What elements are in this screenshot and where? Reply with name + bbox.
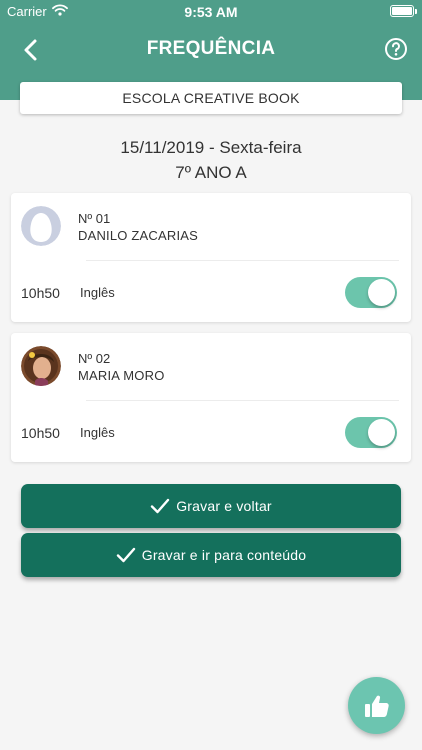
student-number: Nº 01 [78,211,111,226]
session-class: 7º ANO A [175,163,247,182]
divider [86,400,399,401]
school-name: ESCOLA CREATIVE BOOK [122,90,300,106]
status-time: 9:53 AM [184,4,238,20]
save-and-content-label: Gravar e ir para conteúdo [141,547,307,563]
check-icon [116,547,135,563]
page-title: FREQUÊNCIA [146,38,276,59]
save-and-back-button[interactable]: Gravar e voltar [21,484,401,528]
attendance-toggle[interactable] [345,417,397,448]
save-and-back-label: Gravar e voltar [176,498,272,514]
class-subject: Inglês [80,285,115,300]
status-bar: Carrier 9:53 AM [0,0,422,22]
toggle-knob [368,279,395,306]
toggle-knob [368,419,395,446]
save-and-content-button[interactable]: Gravar e ir para conteúdo [21,533,401,577]
student-name: MARIA MORO [78,368,165,383]
help-button[interactable] [384,37,408,61]
class-time: 10h50 [21,285,60,301]
student-card: Nº 01 DANILO ZACARIAS 10h50 Inglês [11,193,411,322]
check-icon [151,498,170,514]
avatar [21,206,61,246]
battery-icon [390,5,417,17]
student-card: Nº 02 MARIA MORO 10h50 Inglês [11,333,411,462]
student-number: Nº 02 [78,351,111,366]
thumbs-up-icon [364,695,389,717]
divider [86,260,399,261]
class-subject: Inglês [80,425,115,440]
avatar-photo-icon [21,346,61,386]
attendance-toggle[interactable] [345,277,397,308]
avatar [21,346,61,386]
avatar-placeholder-icon [21,206,61,246]
school-selector[interactable]: ESCOLA CREATIVE BOOK [20,82,402,114]
class-time: 10h50 [21,425,60,441]
feedback-button[interactable] [348,677,405,734]
help-icon [385,38,407,60]
student-name: DANILO ZACARIAS [78,228,199,243]
session-date: 15/11/2019 - Sexta-feira [120,138,302,157]
